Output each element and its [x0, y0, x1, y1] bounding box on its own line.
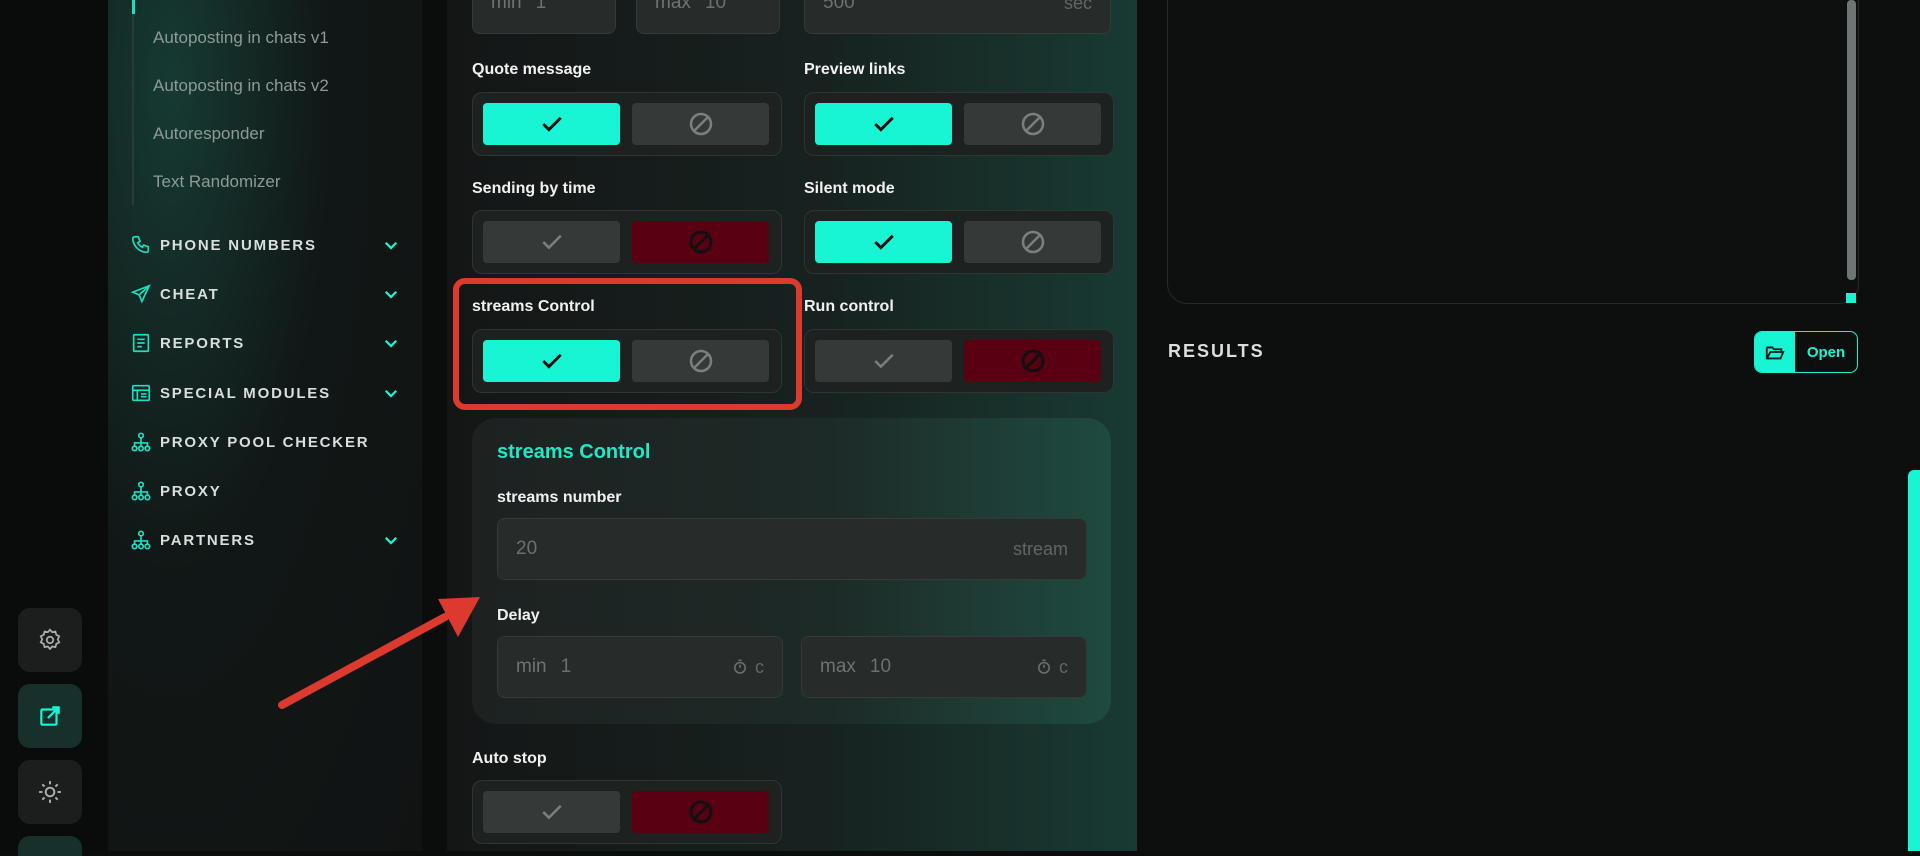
- sending-by-time-toggle: [472, 210, 782, 274]
- sidebar-subitem-autoposting-v2[interactable]: Autoposting in chats v2: [153, 76, 329, 96]
- results-title: RESULTS: [1168, 341, 1265, 361]
- enable-button[interactable]: [483, 103, 620, 145]
- block-icon: [689, 112, 712, 136]
- phone-icon: [131, 235, 150, 254]
- highlight-annotation: [453, 278, 802, 410]
- sidebar-item-partners[interactable]: PARTNERS: [130, 525, 400, 555]
- silent-mode-label: Silent mode: [804, 180, 895, 197]
- settings-button[interactable]: [18, 608, 82, 672]
- sidebar-item-label: REPORTS: [160, 334, 246, 352]
- external-link-button[interactable]: [18, 684, 82, 748]
- disable-button[interactable]: [964, 221, 1101, 263]
- sidebar-item-proxy[interactable]: PROXY: [130, 476, 400, 506]
- modules-icon: [131, 384, 151, 402]
- delay-unit: c: [1059, 656, 1068, 677]
- check-icon: [541, 804, 562, 820]
- sidebar-item-label: SPECIAL MODULES: [160, 384, 331, 402]
- report-icon: [132, 333, 150, 353]
- block-icon: [1021, 230, 1044, 254]
- auto-stop-toggle: [472, 780, 782, 844]
- enable-button[interactable]: [815, 221, 952, 263]
- silent-mode-toggle: [804, 210, 1114, 274]
- disable-button[interactable]: [632, 791, 769, 833]
- enable-button[interactable]: [483, 221, 620, 263]
- quote-message-toggle: [472, 92, 782, 156]
- streams-number-label: streams number: [497, 489, 622, 506]
- enable-button[interactable]: [483, 791, 620, 833]
- resize-grip[interactable]: [1846, 293, 1856, 303]
- check-icon: [541, 234, 562, 250]
- textarea-scrollbar[interactable]: [1847, 0, 1856, 280]
- network-icon: [131, 432, 151, 452]
- sidebar-item-label: PARTNERS: [160, 531, 256, 549]
- preview-links-label: Preview links: [804, 61, 906, 78]
- check-icon: [873, 234, 894, 250]
- interval-field[interactable]: 500 sec: [804, 0, 1111, 34]
- chevron-down-icon[interactable]: [382, 285, 400, 303]
- chevron-down-icon[interactable]: [382, 334, 400, 352]
- sending-by-time-label: Sending by time: [472, 180, 596, 197]
- streams-number-input[interactable]: 20 stream: [497, 518, 1087, 580]
- preview-links-toggle: [804, 92, 1114, 156]
- sidebar-item-label: PROXY: [160, 482, 222, 500]
- gear-icon: [39, 628, 61, 651]
- log-textarea[interactable]: [1167, 0, 1859, 304]
- enable-button[interactable]: [815, 103, 952, 145]
- disable-button[interactable]: [632, 221, 769, 263]
- disable-button[interactable]: [964, 340, 1101, 382]
- sidebar-subitem-autoposting-v1[interactable]: Autoposting in chats v1: [153, 28, 329, 48]
- network-icon: [131, 530, 151, 550]
- enable-button[interactable]: [815, 340, 952, 382]
- submenu-active-marker: [132, 0, 135, 14]
- sidebar-item-reports[interactable]: REPORTS: [130, 328, 400, 358]
- send-icon: [130, 284, 151, 304]
- min-field[interactable]: min 1: [472, 0, 616, 34]
- delay-unit: c: [755, 656, 764, 677]
- sidebar-item-phone-numbers[interactable]: PHONE NUMBERS: [130, 230, 400, 260]
- folder-open-icon: [1765, 346, 1785, 360]
- run-control-label: Run control: [804, 298, 894, 315]
- timer-icon: [1038, 659, 1050, 674]
- network-icon: [131, 481, 151, 501]
- rail-button-partial[interactable]: [18, 836, 82, 856]
- block-icon: [689, 230, 712, 254]
- block-icon: [1021, 112, 1044, 136]
- page-scrollbar[interactable]: [1908, 470, 1920, 851]
- sidebar-item-label: PROXY POOL CHECKER: [160, 433, 370, 451]
- submenu-line: [132, 0, 134, 205]
- theme-toggle-button[interactable]: [18, 760, 82, 824]
- delay-max-input[interactable]: max 10 c: [801, 636, 1087, 698]
- sidebar-item-label: CHEAT: [160, 285, 220, 303]
- sidebar-subitem-text-randomizer[interactable]: Text Randomizer: [153, 172, 281, 192]
- delay-label: Delay: [497, 607, 540, 624]
- check-icon: [873, 116, 894, 132]
- run-control-toggle: [804, 329, 1114, 393]
- open-label: Open: [1806, 343, 1846, 361]
- open-results-button[interactable]: Open: [1754, 331, 1858, 373]
- external-link-icon: [40, 706, 60, 726]
- sun-icon: [39, 781, 61, 803]
- check-icon: [873, 353, 894, 369]
- sidebar-item-special-modules[interactable]: SPECIAL MODULES: [130, 378, 400, 408]
- delay-min-input[interactable]: min 1 c: [497, 636, 783, 698]
- block-icon: [1021, 349, 1044, 373]
- block-icon: [689, 800, 712, 824]
- chevron-down-icon[interactable]: [382, 236, 400, 254]
- card-title: streams Control: [497, 441, 651, 463]
- auto-stop-label: Auto stop: [472, 750, 547, 767]
- sidebar-item-cheat[interactable]: CHEAT: [130, 279, 400, 309]
- chevron-down-icon[interactable]: [382, 384, 400, 402]
- max-field[interactable]: max 10: [636, 0, 780, 34]
- disable-button[interactable]: [964, 103, 1101, 145]
- sidebar-item-label: PHONE NUMBERS: [160, 236, 317, 254]
- arrow-annotation: [278, 597, 480, 709]
- sidebar-item-proxy-pool-checker[interactable]: PROXY POOL CHECKER: [130, 427, 400, 457]
- disable-button[interactable]: [632, 103, 769, 145]
- sidebar-subitem-autoresponder[interactable]: Autoresponder: [153, 124, 265, 144]
- chevron-down-icon[interactable]: [382, 531, 400, 549]
- check-icon: [541, 116, 562, 132]
- quote-message-label: Quote message: [472, 61, 592, 78]
- timer-icon: [734, 659, 746, 674]
